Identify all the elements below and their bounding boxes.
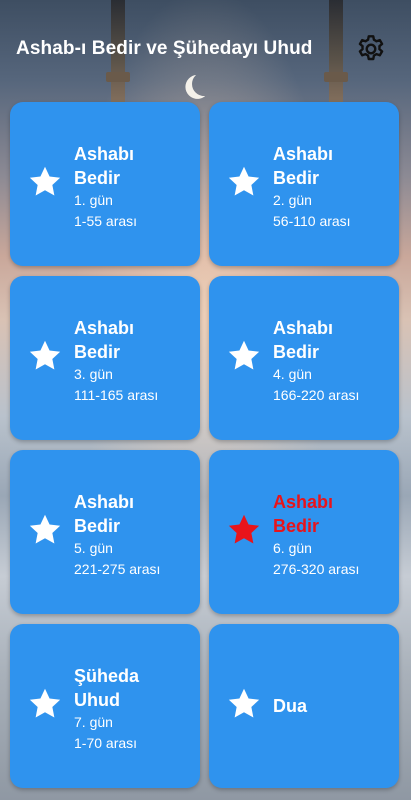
card-day: 7. gün <box>74 714 113 730</box>
card-text: Dua <box>273 694 307 718</box>
card-day-6[interactable]: Ashabı Bedir 6. gün 276-320 arası <box>209 450 399 614</box>
card-day-3[interactable]: Ashabı Bedir 3. gün 111-165 arası <box>10 276 200 440</box>
star-icon <box>226 512 262 548</box>
card-range: 276-320 arası <box>273 561 360 577</box>
card-range: 221-275 arası <box>74 561 161 577</box>
star-icon <box>27 686 63 722</box>
card-title: Ashabı Bedir <box>74 492 135 536</box>
card-day-7[interactable]: Şüheda Uhud 7. gün 1-70 arası <box>10 624 200 788</box>
card-text: Ashabı Bedir 1. gün 1-55 arası <box>74 142 137 232</box>
card-text: Ashabı Bedir 5. gün 221-275 arası <box>74 490 160 580</box>
card-day: 5. gün <box>74 540 113 556</box>
card-day-4[interactable]: Ashabı Bedir 4. gün 166-220 arası <box>209 276 399 440</box>
card-day-2[interactable]: Ashabı Bedir 2. gün 56-110 arası <box>209 102 399 266</box>
star-icon <box>226 686 262 722</box>
page-title: Ashab-ı Bedir ve Şühedayı Uhud <box>16 38 313 59</box>
card-text: Ashabı Bedir 2. gün 56-110 arası <box>273 142 351 232</box>
card-text: Ashabı Bedir 4. gün 166-220 arası <box>273 316 359 406</box>
card-day: 2. gün <box>273 192 312 208</box>
card-title: Şüheda Uhud <box>74 666 140 710</box>
star-icon <box>27 164 63 200</box>
card-dua[interactable]: Dua <box>209 624 399 788</box>
card-range: 166-220 arası <box>273 387 360 403</box>
card-day: 6. gün <box>273 540 312 556</box>
star-icon <box>226 164 262 200</box>
card-title: Ashabı Bedir <box>74 318 135 362</box>
card-range: 1-55 arası <box>74 213 138 229</box>
star-icon <box>27 338 63 374</box>
card-text: Şüheda Uhud 7. gün 1-70 arası <box>74 664 139 754</box>
card-day-5[interactable]: Ashabı Bedir 5. gün 221-275 arası <box>10 450 200 614</box>
card-title: Ashabı Bedir <box>74 144 135 188</box>
app-header: Ashab-ı Bedir ve Şühedayı Uhud <box>0 0 411 100</box>
card-title: Ashabı Bedir <box>273 144 334 188</box>
card-text: Ashabı Bedir 3. gün 111-165 arası <box>74 316 158 406</box>
star-icon <box>27 512 63 548</box>
card-day: 4. gün <box>273 366 312 382</box>
card-title: Ashabı Bedir <box>273 318 334 362</box>
star-icon <box>226 338 262 374</box>
card-day-1[interactable]: Ashabı Bedir 1. gün 1-55 arası <box>10 102 200 266</box>
card-title: Ashabı Bedir <box>273 492 334 536</box>
card-day: 3. gün <box>74 366 113 382</box>
card-text: Ashabı Bedir 6. gün 276-320 arası <box>273 490 359 580</box>
card-title: Dua <box>273 696 308 716</box>
card-range: 111-165 arası <box>74 387 159 403</box>
card-range: 1-70 arası <box>74 735 138 751</box>
gear-icon[interactable] <box>355 33 387 65</box>
card-range: 56-110 arası <box>273 213 351 229</box>
card-day: 1. gün <box>74 192 113 208</box>
